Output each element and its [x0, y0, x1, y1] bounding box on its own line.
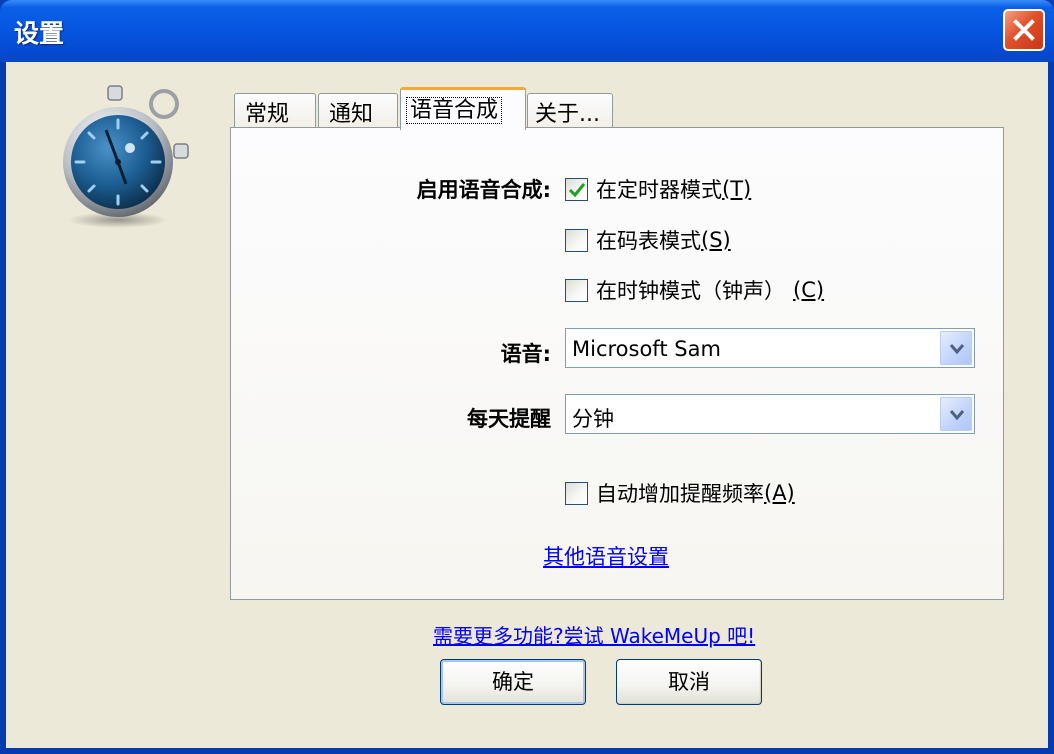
dialog-client-area: 常规 通知 语音合成 关于... 启用语音合成: 在定时器模式 (T) 在码表模…: [6, 62, 1048, 748]
voice-label: 语音:: [500, 342, 551, 366]
tab-notification[interactable]: 通知: [318, 93, 398, 129]
tab-notification-label: 通知: [329, 102, 374, 127]
auto-increase-hotkey: (A): [764, 481, 795, 505]
wakemeup-promo-link[interactable]: 需要更多功能?尝试 WakeMeUp 吧!: [433, 620, 755, 649]
daily-reminder-select-arrow[interactable]: [940, 397, 972, 431]
timer-mode-label: 在定时器模式: [596, 178, 722, 202]
tab-speech-label: 语音合成: [406, 97, 503, 124]
clock-mode-box[interactable]: [565, 278, 588, 302]
window-title: 设置: [14, 19, 65, 48]
stopwatch-mode-hotkey: (S): [701, 228, 731, 252]
daily-reminder-select-value: 分钟: [572, 407, 614, 431]
dropdown-arrow-icon: [949, 410, 965, 421]
tab-about-label: 关于...: [535, 102, 600, 127]
stopwatch-mode-box[interactable]: [565, 228, 588, 252]
auto-increase-checkbox[interactable]: 自动增加提醒频率 (A): [565, 478, 795, 508]
timer-mode-checkbox[interactable]: 在定时器模式 (T): [565, 174, 751, 204]
clock-mode-label: 在时钟模式（钟声）: [596, 279, 785, 303]
voice-select-value: Microsoft Sam: [572, 337, 721, 361]
close-button[interactable]: [1003, 9, 1045, 51]
cancel-button[interactable]: 取消: [616, 659, 762, 705]
voice-select[interactable]: Microsoft Sam: [565, 328, 975, 368]
timer-mode-hotkey: (T): [722, 177, 752, 201]
title-bar[interactable]: 设置: [0, 0, 1054, 62]
clock-mode-checkbox[interactable]: 在时钟模式（钟声） (C): [565, 275, 824, 305]
daily-reminder-label: 每天提醒: [467, 407, 551, 431]
speech-tab-panel: 启用语音合成: 在定时器模式 (T) 在码表模式 (S) 在时钟模式（钟声） (C) …: [230, 127, 1004, 600]
clock-mode-hotkey: (C): [793, 278, 825, 302]
timer-mode-box[interactable]: [565, 177, 588, 201]
tab-speech[interactable]: 语音合成: [400, 87, 526, 130]
ok-button[interactable]: 确定: [440, 659, 586, 705]
tab-about[interactable]: 关于...: [527, 93, 613, 129]
voice-select-arrow[interactable]: [940, 331, 972, 365]
daily-reminder-select[interactable]: 分钟: [565, 394, 975, 434]
dropdown-arrow-icon: [949, 344, 965, 355]
stopwatch-icon: [63, 85, 189, 228]
enable-speech-label: 启用语音合成:: [416, 178, 551, 202]
settings-window: 设置 常规 通知 语音合成 关于... 启用语音合成: 在定时器模式 (T) 在…: [0, 0, 1054, 754]
auto-increase-box[interactable]: [565, 481, 588, 505]
stopwatch-mode-checkbox[interactable]: 在码表模式 (S): [565, 225, 731, 255]
auto-increase-label: 自动增加提醒频率: [596, 482, 764, 506]
close-icon: [1013, 19, 1035, 41]
other-speech-settings-link[interactable]: 其他语音设置: [543, 541, 669, 571]
checkmark-icon: [568, 182, 586, 197]
tab-general-label: 常规: [245, 102, 290, 127]
tab-general[interactable]: 常规: [234, 93, 316, 129]
stopwatch-mode-label: 在码表模式: [596, 229, 701, 253]
